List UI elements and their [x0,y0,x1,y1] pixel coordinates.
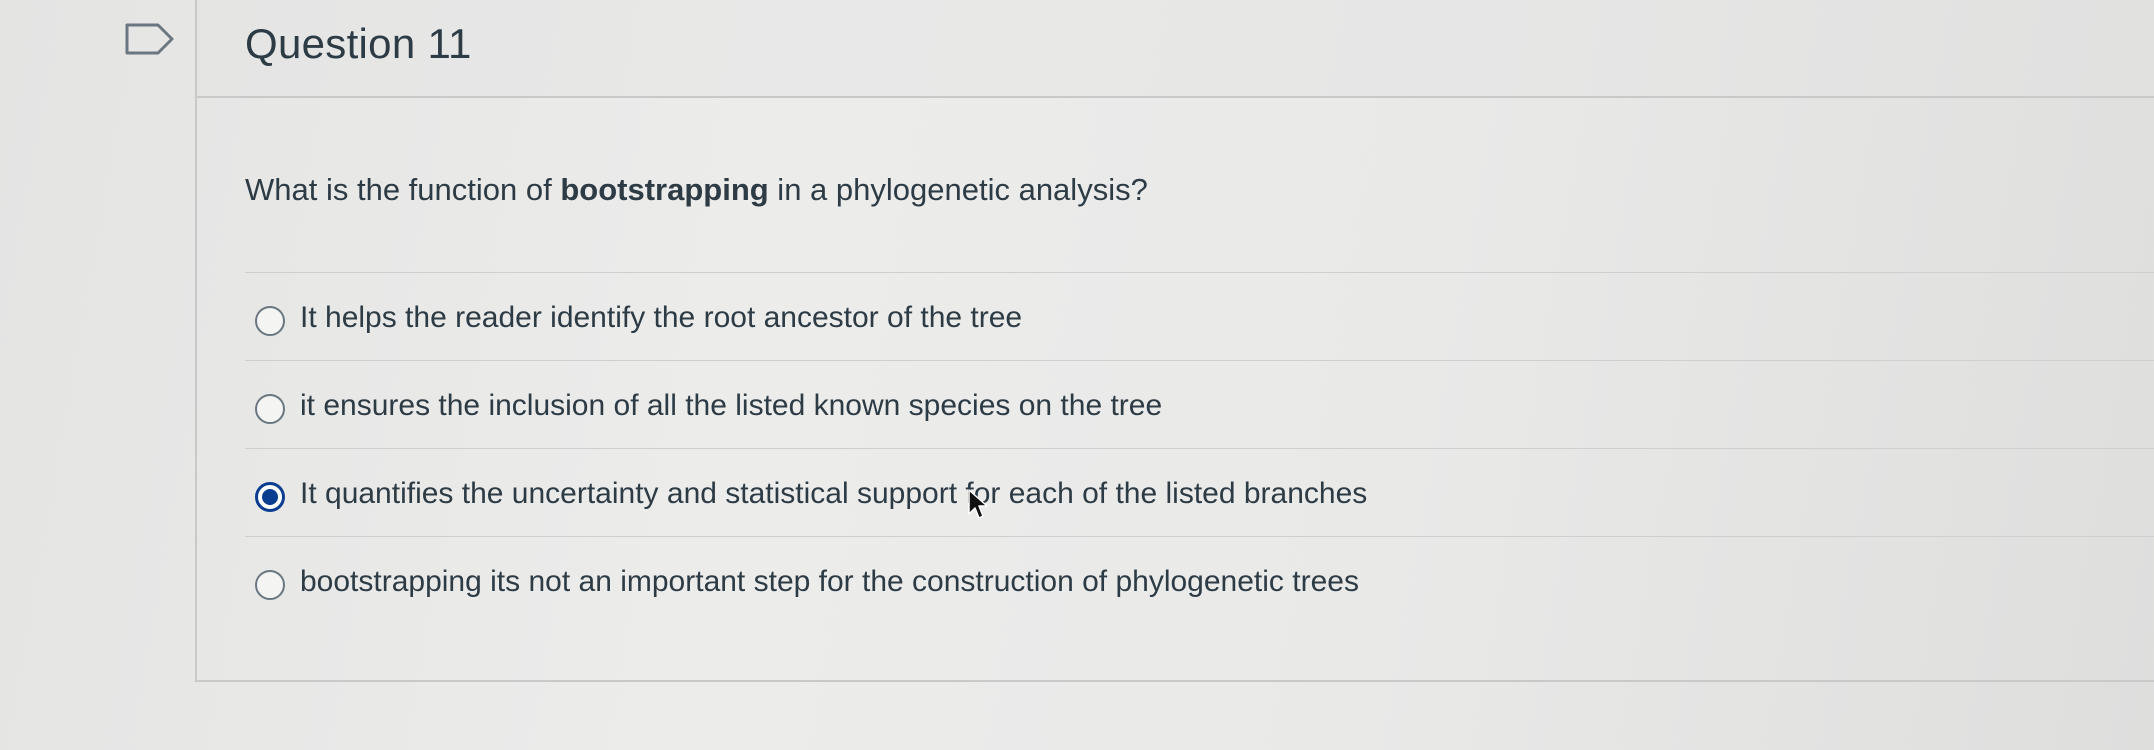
radio-button[interactable] [255,570,285,600]
answer-option-3[interactable]: It quantifies the uncertainty and statis… [245,448,2154,536]
question-text: What is the function of bootstrapping in… [245,172,1148,208]
answer-option-2[interactable]: it ensures the inclusion of all the list… [245,360,2154,448]
question-text-part-2: in a phylogenetic analysis? [768,172,1148,207]
radio-button[interactable] [255,306,285,336]
answer-label[interactable]: bootstrapping its not an important step … [300,565,1359,599]
question-header: Question 11 [197,0,2154,98]
radio-button[interactable] [255,394,285,424]
radio-button-selected[interactable] [255,482,285,512]
flag-question-icon[interactable] [124,22,176,56]
answer-option-1[interactable]: It helps the reader identify the root an… [245,272,2154,360]
answer-label[interactable]: It helps the reader identify the root an… [300,301,1022,335]
answer-list: It helps the reader identify the root an… [245,272,2154,624]
question-text-part-1: What is the function of [245,172,561,207]
question-card: Question 11 What is the function of boot… [195,0,2154,682]
answer-label[interactable]: It quantifies the uncertainty and statis… [300,477,1367,511]
question-text-bold: bootstrapping [560,172,769,207]
answer-label[interactable]: it ensures the inclusion of all the list… [300,389,1162,423]
question-title: Question 11 [245,20,472,67]
answer-option-4[interactable]: bootstrapping its not an important step … [245,536,2154,624]
mouse-pointer-icon [968,489,988,519]
